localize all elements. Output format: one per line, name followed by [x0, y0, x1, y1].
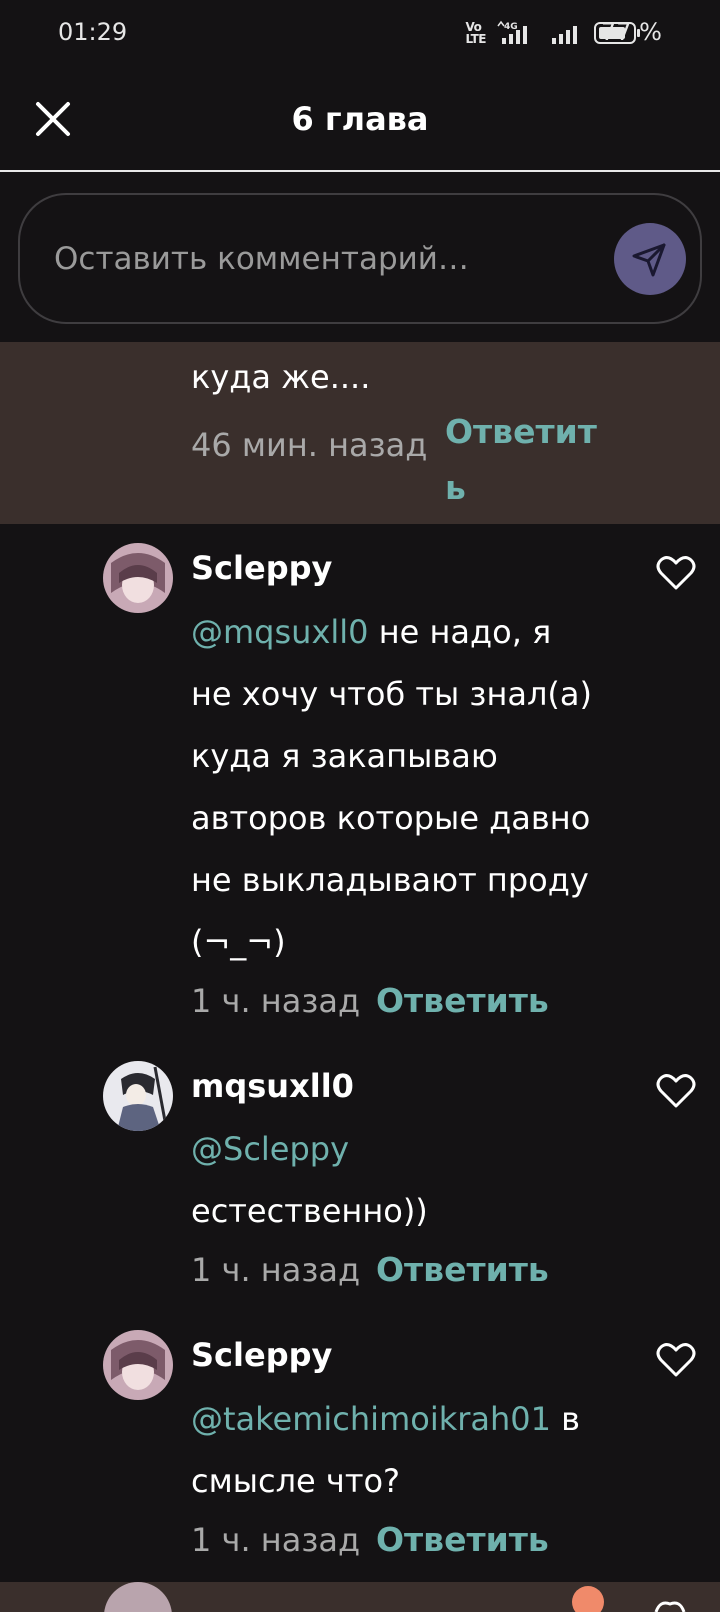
avatar[interactable] — [103, 1061, 173, 1131]
comment-text-line: @takemichimoikrah01 в — [191, 1400, 581, 1438]
heart-icon — [656, 556, 696, 590]
heart-icon — [656, 1343, 696, 1377]
comment-text-line: естественно)) — [191, 1192, 428, 1230]
comment-time: 46 мин. назад — [191, 426, 428, 464]
comment-text-line: @Scleppy — [191, 1118, 349, 1180]
mention[interactable]: @Scleppy — [191, 1130, 349, 1168]
reply-button[interactable]: Ответить — [376, 1520, 549, 1559]
avatar[interactable] — [103, 543, 173, 613]
comment-username[interactable]: Scleppy — [191, 1336, 332, 1374]
comments-screen: 01:29 Vo LTE 4G 77 % 6 глава Оставить ко… — [0, 0, 720, 1612]
comment-text-line: не хочу чтоб ты знал(а) — [191, 675, 592, 713]
mention[interactable]: @takemichimoikrah01 — [191, 1400, 551, 1438]
like-button[interactable] — [656, 1342, 696, 1378]
signal-icon — [552, 26, 577, 44]
reply-button[interactable]: Ответит ь — [445, 404, 597, 516]
status-bar: 01:29 Vo LTE 4G 77 % — [0, 0, 720, 66]
comment-text-line: смысле что? — [191, 1462, 401, 1500]
comment-time: 1 ч. назад — [191, 1251, 361, 1289]
svg-text:4G: 4G — [504, 22, 518, 32]
page-title: 6 глава — [291, 100, 429, 138]
comment-text-line: не выкладывают проду — [191, 861, 589, 899]
highlighted-comment: куда же.... 46 мин. назад Ответит ь — [0, 342, 720, 524]
battery-percent: 77 % — [601, 18, 662, 46]
comment-input[interactable] — [54, 231, 584, 287]
heart-icon — [656, 1074, 696, 1108]
mention[interactable]: @mqsuxll0 — [191, 613, 369, 651]
reply-button[interactable]: Ответить — [376, 981, 549, 1020]
send-button[interactable] — [614, 223, 686, 295]
avatar-image — [103, 1330, 173, 1400]
next-comment-preview — [0, 1582, 720, 1612]
reply-button[interactable]: Ответить — [376, 1250, 549, 1289]
avatar-preview — [104, 1582, 686, 1612]
volte-icon: Vo LTE — [465, 20, 486, 46]
avatar[interactable] — [103, 1330, 173, 1400]
comment-text-line: (¬_¬) — [191, 923, 286, 961]
comment-text: куда же.... — [191, 358, 371, 396]
signal-4g-icon: 4G — [497, 20, 527, 44]
avatar-image — [103, 1061, 173, 1131]
comment-time: 1 ч. назад — [191, 982, 361, 1020]
status-time: 01:29 — [58, 18, 128, 46]
like-button[interactable] — [656, 1073, 696, 1109]
comment-text-line: @mqsuxll0 не надо, я — [191, 613, 552, 651]
send-icon — [632, 243, 666, 277]
comment-username[interactable]: Scleppy — [191, 549, 332, 587]
like-button[interactable] — [656, 555, 696, 591]
comment-time: 1 ч. назад — [191, 1521, 361, 1559]
comment-input-container — [18, 193, 702, 324]
comment-text-line: авторов которые давно — [191, 799, 591, 837]
header: 6 глава — [0, 66, 720, 172]
avatar-image — [103, 543, 173, 613]
comment-text-line: куда я закапываю — [191, 737, 498, 775]
comment-username[interactable]: mqsuxll0 — [191, 1067, 354, 1105]
